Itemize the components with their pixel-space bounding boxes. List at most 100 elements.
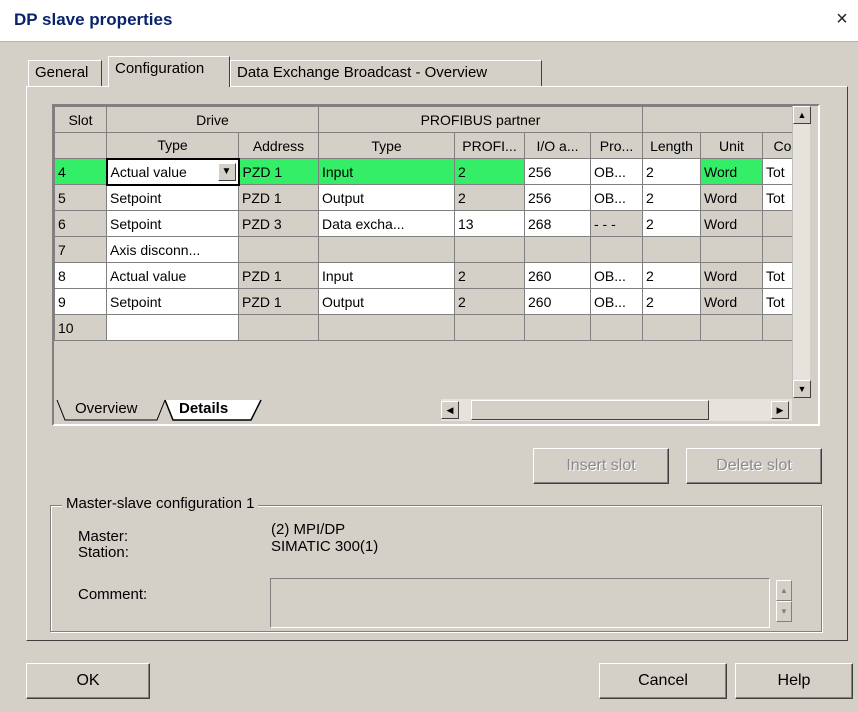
arrow-down-icon[interactable]: ▼ <box>776 601 792 622</box>
tab-configuration[interactable]: Configuration <box>108 56 230 87</box>
cell[interactable]: - - - <box>590 210 643 237</box>
help-button[interactable]: Help <box>735 663 853 699</box>
ok-button[interactable]: OK <box>26 663 150 699</box>
cell[interactable] <box>700 314 763 341</box>
col-header[interactable]: Type <box>106 132 239 159</box>
cell[interactable]: Output <box>318 184 455 211</box>
cell[interactable]: Output <box>318 288 455 315</box>
horizontal-scrollbar[interactable]: ◀ ▶ <box>441 399 792 421</box>
cell[interactable]: 2 <box>642 184 701 211</box>
vertical-scrollbar[interactable]: ▲ ▼ <box>792 106 811 398</box>
cell[interactable]: 2 <box>642 288 701 315</box>
cell[interactable]: 268 <box>524 210 591 237</box>
cell[interactable]: 4 <box>54 158 107 185</box>
cell[interactable]: Setpoint <box>106 184 239 211</box>
cell[interactable]: 2 <box>454 158 525 185</box>
cell[interactable]: Data excha... <box>318 210 455 237</box>
col-header[interactable]: Unit <box>700 132 763 159</box>
insert-slot-button[interactable]: Insert slot <box>533 448 669 484</box>
cell[interactable]: OB... <box>590 288 643 315</box>
table-row[interactable]: 7 Axis disconn... <box>54 236 803 263</box>
cell[interactable]: 10 <box>54 314 107 341</box>
col-header[interactable]: Address <box>238 132 319 159</box>
cell[interactable] <box>590 236 643 263</box>
cell[interactable]: 260 <box>524 262 591 289</box>
col-header[interactable]: Pro... <box>590 132 643 159</box>
cell[interactable]: 7 <box>54 236 107 263</box>
cell[interactable]: 2 <box>454 184 525 211</box>
cell[interactable] <box>642 236 701 263</box>
table-row[interactable]: 8 Actual value PZD 1 Input 2 260 OB... 2… <box>54 262 803 289</box>
cell[interactable]: 9 <box>54 288 107 315</box>
cell[interactable]: Word <box>700 184 763 211</box>
tab-data-exchange-broadcast[interactable]: Data Exchange Broadcast - Overview <box>230 60 542 86</box>
cell[interactable] <box>238 236 319 263</box>
cell[interactable]: Word <box>700 288 763 315</box>
table-row[interactable]: 6 Setpoint PZD 3 Data excha... 13 268 - … <box>54 210 803 237</box>
cell[interactable]: OB... <box>590 262 643 289</box>
cell[interactable]: Word <box>700 262 763 289</box>
tab-general[interactable]: General <box>28 60 102 86</box>
col-header[interactable]: Type <box>318 132 455 159</box>
cell[interactable]: 13 <box>454 210 525 237</box>
cell[interactable] <box>454 236 525 263</box>
cell[interactable]: PZD 1 <box>238 158 319 185</box>
scroll-thumb[interactable] <box>471 400 709 420</box>
cell[interactable] <box>238 314 319 341</box>
arrow-up-icon[interactable]: ▲ <box>776 580 792 601</box>
cell[interactable]: 2 <box>454 262 525 289</box>
arrow-up-icon[interactable]: ▲ <box>793 106 811 124</box>
cell[interactable] <box>590 314 643 341</box>
arrow-right-icon[interactable]: ▶ <box>771 401 789 419</box>
cell[interactable]: Actual value <box>106 262 239 289</box>
cell[interactable] <box>318 314 455 341</box>
cell[interactable]: 2 <box>454 288 525 315</box>
sheet-tab-overview[interactable]: Overview <box>75 400 138 422</box>
table-row[interactable]: 5 Setpoint PZD 1 Output 2 256 OB... 2 Wo… <box>54 184 803 211</box>
cell[interactable]: 256 <box>524 158 591 185</box>
cell[interactable] <box>318 236 455 263</box>
arrow-left-icon[interactable]: ◀ <box>441 401 459 419</box>
close-icon[interactable]: × <box>832 9 852 30</box>
comment-scrollbar[interactable]: ▲ ▼ <box>776 580 792 626</box>
cell[interactable]: 256 <box>524 184 591 211</box>
col-header[interactable]: Length <box>642 132 701 159</box>
cell[interactable]: 260 <box>524 288 591 315</box>
cell[interactable]: Axis disconn... <box>106 236 239 263</box>
cell[interactable]: Input <box>318 158 455 185</box>
cell[interactable]: Word <box>700 210 763 237</box>
cell[interactable]: Input <box>318 262 455 289</box>
cell[interactable]: PZD 1 <box>238 288 319 315</box>
chevron-down-icon[interactable]: ▼ <box>217 162 236 181</box>
table-row[interactable]: 4 Actual value ▼ PZD 1 Input 2 256 OB...… <box>54 157 803 186</box>
type-dropdown[interactable]: Actual value ▼ <box>105 157 240 186</box>
table-row[interactable]: 9 Setpoint PZD 1 Output 2 260 OB... 2 Wo… <box>54 288 803 315</box>
cell[interactable] <box>524 314 591 341</box>
cell[interactable]: 6 <box>54 210 107 237</box>
col-header[interactable]: I/O a... <box>524 132 591 159</box>
cell[interactable]: Setpoint <box>106 210 239 237</box>
cell[interactable]: Setpoint <box>106 288 239 315</box>
cell[interactable]: Word <box>700 158 763 185</box>
arrow-down-icon[interactable]: ▼ <box>793 380 811 398</box>
cell[interactable]: PZD 1 <box>238 184 319 211</box>
cell[interactable]: PZD 3 <box>238 210 319 237</box>
col-header[interactable]: PROFI... <box>454 132 525 159</box>
cell[interactable]: OB... <box>590 158 643 185</box>
sheet-tab-details[interactable]: Details <box>179 400 228 422</box>
cell[interactable] <box>524 236 591 263</box>
cell[interactable] <box>642 314 701 341</box>
cell[interactable] <box>454 314 525 341</box>
cell[interactable]: 5 <box>54 184 107 211</box>
comment-field[interactable] <box>270 578 770 628</box>
cell[interactable]: OB... <box>590 184 643 211</box>
cell[interactable]: 8 <box>54 262 107 289</box>
cell[interactable]: 2 <box>642 158 701 185</box>
delete-slot-button[interactable]: Delete slot <box>686 448 822 484</box>
cell[interactable]: PZD 1 <box>238 262 319 289</box>
cell[interactable] <box>700 236 763 263</box>
cell[interactable]: 2 <box>642 262 701 289</box>
cell[interactable]: 2 <box>642 210 701 237</box>
table-row[interactable]: 10 <box>54 314 803 341</box>
cell[interactable] <box>106 314 239 341</box>
